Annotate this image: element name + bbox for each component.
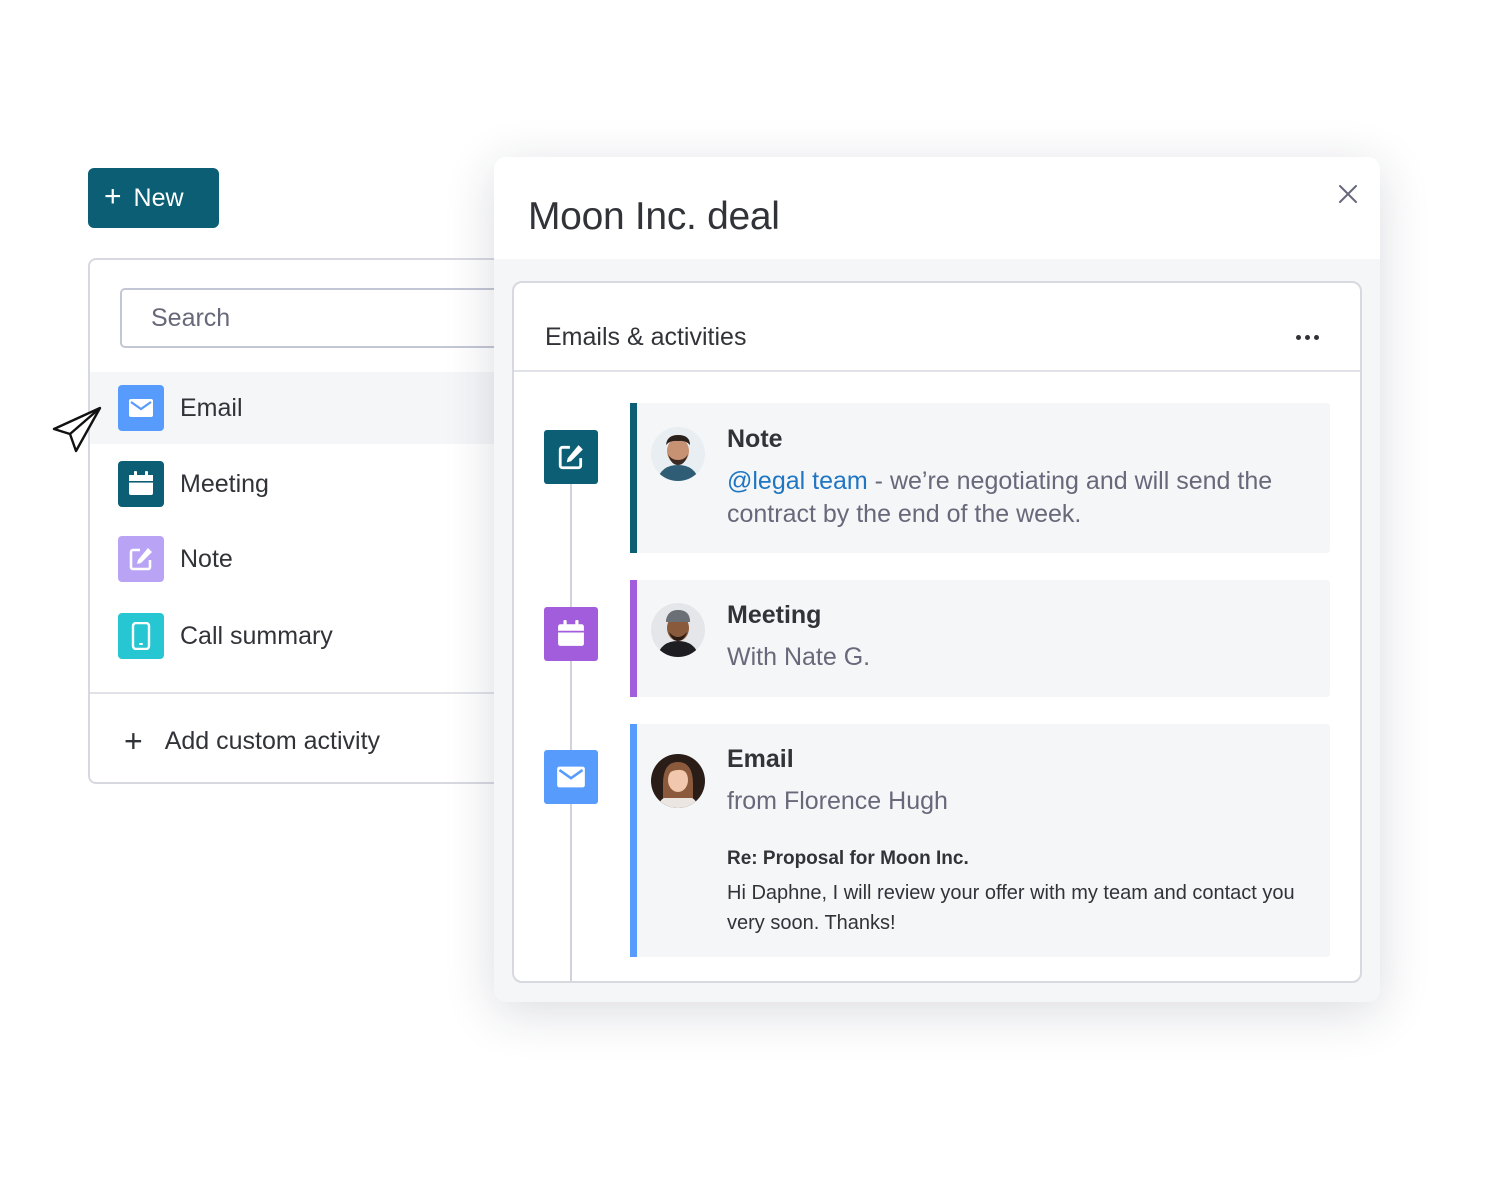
accent-bar bbox=[630, 724, 637, 957]
email-subject: Re: Proposal for Moon Inc. bbox=[727, 848, 969, 869]
edit-note-icon bbox=[118, 536, 164, 582]
avatar bbox=[651, 427, 705, 481]
mail-icon bbox=[118, 385, 164, 431]
avatar bbox=[651, 754, 705, 808]
activities-panel: Emails & activities Note @legal team - w… bbox=[512, 281, 1362, 983]
card-header: Moon Inc. deal bbox=[494, 157, 1380, 259]
accent-bar bbox=[630, 580, 637, 697]
menu-item-note[interactable]: Note bbox=[90, 523, 546, 595]
divider bbox=[90, 692, 546, 694]
divider bbox=[514, 370, 1360, 372]
email-preview: Hi Daphne, I will review your offer with… bbox=[727, 882, 1295, 934]
entry-body: @legal team - we’re negotiating and will… bbox=[727, 465, 1317, 531]
deal-card: Moon Inc. deal Emails & activities Note … bbox=[494, 157, 1380, 1002]
menu-item-label: Call summary bbox=[180, 621, 333, 650]
menu-item-call-summary[interactable]: Call summary bbox=[90, 600, 546, 672]
add-custom-label: Add custom activity bbox=[164, 726, 381, 755]
menu-item-label: Meeting bbox=[180, 469, 269, 498]
entry-title: Meeting bbox=[727, 601, 822, 629]
mention-link[interactable]: @legal team bbox=[727, 467, 868, 495]
entry-subtitle: With Nate G. bbox=[727, 643, 871, 671]
search-input[interactable] bbox=[120, 288, 520, 348]
activity-meeting[interactable]: Meeting With Nate G. bbox=[630, 580, 1330, 697]
new-button-label: New bbox=[133, 183, 184, 212]
edit-note-icon bbox=[544, 430, 598, 484]
calendar-icon bbox=[544, 607, 598, 661]
menu-item-meeting[interactable]: Meeting bbox=[90, 448, 546, 520]
avatar bbox=[651, 603, 705, 657]
accent-bar bbox=[630, 403, 637, 553]
phone-icon bbox=[118, 613, 164, 659]
page-title: Moon Inc. deal bbox=[528, 195, 780, 238]
section-title: Emails & activities bbox=[545, 323, 747, 351]
menu-item-label: Note bbox=[180, 544, 233, 573]
mouse-pointer-icon bbox=[52, 405, 104, 460]
entry-subtitle: from Florence Hugh bbox=[727, 787, 948, 815]
new-activity-menu: Email Meeting Note Call summary + Add cu… bbox=[88, 258, 548, 784]
menu-item-email[interactable]: Email bbox=[90, 372, 546, 444]
mail-icon bbox=[544, 750, 598, 804]
activity-email[interactable]: Email from Florence Hugh Re: Proposal fo… bbox=[630, 724, 1330, 957]
plus-icon: + bbox=[104, 179, 122, 213]
more-options-icon[interactable] bbox=[1296, 335, 1319, 340]
calendar-icon bbox=[118, 461, 164, 507]
close-icon[interactable] bbox=[1338, 184, 1358, 209]
plus-icon: + bbox=[124, 722, 143, 759]
timeline-line bbox=[570, 483, 572, 981]
activity-note[interactable]: Note @legal team - we’re negotiating and… bbox=[630, 403, 1330, 553]
add-custom-activity-button[interactable]: + Add custom activity bbox=[124, 716, 380, 766]
new-button[interactable]: + New bbox=[88, 168, 219, 228]
menu-item-label: Email bbox=[180, 393, 243, 422]
entry-title: Note bbox=[727, 425, 783, 453]
entry-title: Email bbox=[727, 745, 794, 773]
